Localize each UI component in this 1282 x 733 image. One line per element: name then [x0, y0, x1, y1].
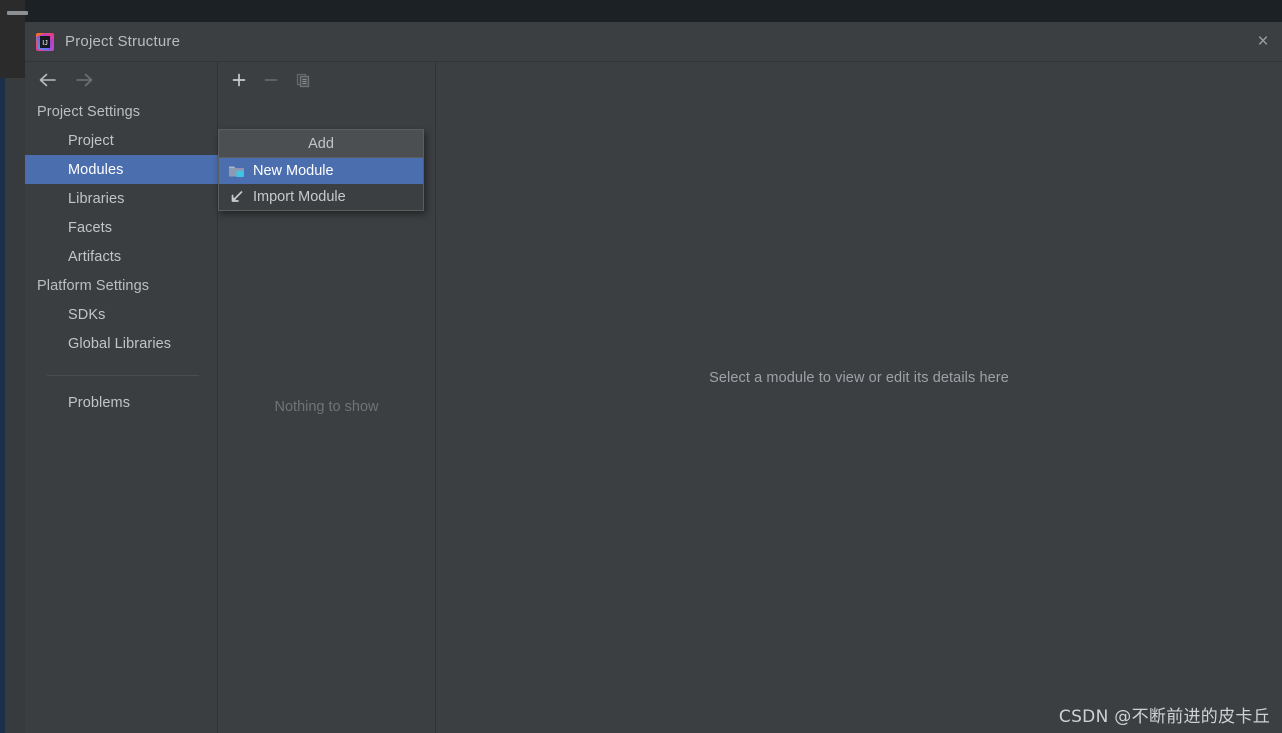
- details-placeholder-text: Select a module to view or edit its deta…: [709, 369, 1009, 386]
- watermark-text: CSDN @不断前进的皮卡丘: [1058, 707, 1270, 727]
- sidebar-group-project-settings: Project Settings: [37, 103, 141, 120]
- sidebar-item-project[interactable]: Project: [25, 126, 217, 155]
- module-toolbar: [218, 62, 435, 97]
- plus-icon[interactable]: [226, 67, 252, 93]
- navigation-buttons: [25, 62, 217, 97]
- menu-item-import-module-label: Import Module: [253, 189, 346, 205]
- import-arrow-icon: [228, 189, 245, 206]
- sidebar-group-platform-settings: Platform Settings: [37, 277, 150, 294]
- project-structure-dialog: IJ Project Structure × Project Settings …: [25, 22, 1282, 733]
- taskbar: [25, 0, 1282, 22]
- sidebar-divider: [47, 375, 199, 376]
- minus-icon[interactable]: [258, 67, 284, 93]
- dialog-title: Project Structure: [65, 33, 181, 50]
- menu-item-import-module[interactable]: Import Module: [219, 184, 423, 210]
- sidebar-item-facets[interactable]: Facets: [25, 213, 217, 242]
- sidebar-item-global-libraries[interactable]: Global Libraries: [25, 329, 217, 358]
- sidebar-item-modules[interactable]: Modules: [25, 155, 218, 184]
- module-list-empty-label: Nothing to show: [274, 399, 379, 415]
- minimize-icon[interactable]: [7, 11, 28, 15]
- menu-item-new-module[interactable]: New Module: [219, 158, 423, 184]
- add-module-menu: Add New Module Import Module: [218, 129, 424, 211]
- dialog-body: Project Settings Project Modules Librari…: [25, 61, 1282, 733]
- sidebar-item-sdks[interactable]: SDKs: [25, 300, 217, 329]
- svg-text:IJ: IJ: [42, 40, 47, 47]
- add-menu-header: Add: [219, 130, 423, 158]
- intellij-idea-logo-icon: IJ: [36, 32, 54, 51]
- copy-icon[interactable]: [290, 67, 316, 93]
- menu-item-new-module-label: New Module: [253, 163, 334, 179]
- module-details-pane: Select a module to view or edit its deta…: [436, 62, 1282, 733]
- sidebar-item-problems[interactable]: Problems: [25, 388, 217, 417]
- desktop-accent-strip: [0, 78, 5, 733]
- sidebar-item-artifacts[interactable]: Artifacts: [25, 242, 217, 271]
- dialog-titlebar: IJ Project Structure ×: [25, 22, 1282, 61]
- arrow-left-icon[interactable]: [37, 69, 59, 91]
- arrow-right-icon[interactable]: [73, 69, 95, 91]
- new-folder-icon: [228, 163, 245, 180]
- close-icon[interactable]: ×: [1244, 22, 1282, 61]
- desktop-background: IJ Project Structure × Project Settings …: [0, 0, 1282, 733]
- settings-sidebar: Project Settings Project Modules Librari…: [25, 62, 218, 733]
- sidebar-item-libraries[interactable]: Libraries: [25, 184, 217, 213]
